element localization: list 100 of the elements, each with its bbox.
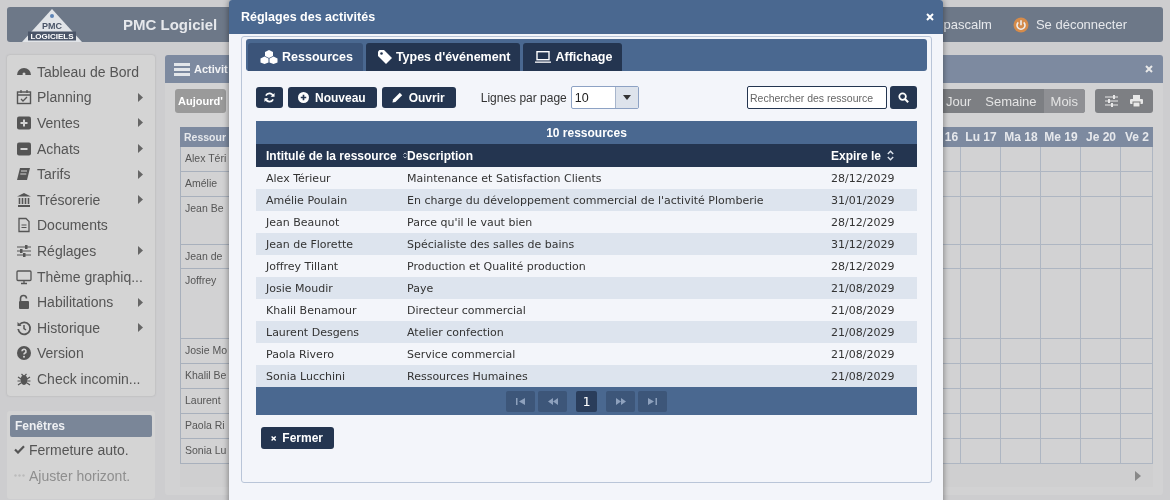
table-cell-text: 31/01/2029 <box>830 193 896 207</box>
previous-page-button[interactable] <box>538 390 567 412</box>
page-size-select[interactable]: 10 <box>570 86 639 109</box>
bank-icon <box>16 191 32 208</box>
grid-cell <box>1121 339 1153 364</box>
search-field[interactable]: Rechercher des ressource <box>747 86 887 109</box>
new-button[interactable]: Nouveau <box>288 87 377 108</box>
table-cell-text: Amélie Poulain <box>265 193 349 207</box>
grid-cell <box>1121 364 1153 389</box>
username[interactable]: pascalm <box>943 17 992 32</box>
plus-square-icon <box>16 115 32 131</box>
sidebar-item[interactable]: Version <box>16 340 155 367</box>
table-cell-text: 21/08/2029 <box>830 325 896 339</box>
table-cell-text: Paola Rivero <box>265 347 335 361</box>
logout-link[interactable]: Se déconnecter <box>1035 17 1127 32</box>
column-header[interactable]: Description <box>407 148 820 163</box>
laptop-icon <box>535 51 552 63</box>
table-row[interactable]: Jean de Florette Spécialiste des salles de bains 31/12/2029 <box>256 233 917 255</box>
sidebar-item[interactable]: Planning <box>16 84 155 111</box>
grid-cell <box>1001 389 1041 414</box>
grid-cell <box>1081 364 1121 389</box>
sidebar-item[interactable]: Tarifs <box>16 161 155 187</box>
scroll-right-icon[interactable] <box>1135 470 1141 481</box>
refresh-button[interactable] <box>256 87 283 108</box>
grid-cell <box>961 389 1001 414</box>
dialog-title: Réglages des activités <box>241 10 376 24</box>
table-caption: 10 ressources <box>256 121 917 144</box>
sidebar-item[interactable]: Réglages <box>16 238 155 264</box>
table-row[interactable]: Amélie Poulain En charge du développement commercial de l'activité Plomberie 31/01/2029 <box>256 189 917 211</box>
logo-icon: PMC LOGICIELS <box>22 9 82 42</box>
first-page-button[interactable] <box>506 390 535 412</box>
grid-cell <box>1041 245 1081 269</box>
print-icon[interactable] <box>1130 95 1143 107</box>
sort-icon <box>402 150 407 161</box>
rewind-icon <box>547 397 558 405</box>
caret-down-icon <box>622 95 631 100</box>
close-icon[interactable] <box>1145 65 1153 73</box>
grid-cell <box>1041 339 1081 364</box>
sliders-icon[interactable] <box>1105 95 1118 107</box>
table-row[interactable]: Sonia Lucchini Ressources Humaines 21/08/2029 <box>256 365 917 387</box>
last-page-icon <box>648 397 657 405</box>
table-cell-text: 31/12/2029 <box>830 237 896 251</box>
grid-cell <box>1041 172 1081 197</box>
sidebar-item[interactable]: Documents <box>16 212 155 239</box>
grid-cell <box>1041 197 1081 245</box>
close-button[interactable]: Fermer <box>261 427 334 449</box>
sidebar-item[interactable]: Trésorerie <box>16 186 155 213</box>
grid-cell <box>1081 269 1121 339</box>
day-header: 16 <box>943 129 960 146</box>
grid-cell <box>1081 339 1121 364</box>
tab[interactable]: Affichage <box>523 43 623 71</box>
sidebar-item[interactable]: Thème graphiq... <box>16 263 155 290</box>
table-cell-text: Josie Moudir <box>264 281 334 295</box>
table-cell-text: 21/08/2029 <box>830 347 896 361</box>
close-icon <box>271 433 277 443</box>
last-page-button[interactable] <box>638 390 667 412</box>
tab[interactable]: Types d'événement <box>365 43 521 71</box>
table-cell-text: Production et Qualité production <box>407 259 587 273</box>
day-header: Me 19 <box>1043 129 1079 146</box>
history-icon <box>16 319 32 336</box>
refresh-icon <box>264 92 275 103</box>
grid-cell <box>1081 147 1121 172</box>
table-row[interactable]: Josie Moudir Paye 21/08/2029 <box>256 277 917 299</box>
tab[interactable]: Ressources <box>248 43 363 71</box>
plus-circle-icon <box>298 92 309 103</box>
monitor-icon <box>16 268 32 285</box>
column-header[interactable]: Expire le <box>820 148 917 163</box>
grid-cell <box>961 245 1001 269</box>
windows-option[interactable]: Fermeture auto. <box>10 436 152 463</box>
sidebar-item[interactable]: Habilitations <box>16 289 155 315</box>
search-button[interactable] <box>890 86 917 109</box>
next-page-button[interactable] <box>606 390 635 412</box>
cubes-icon <box>260 50 278 64</box>
sidebar-item[interactable]: Check incomin... <box>16 366 155 392</box>
window-title: Activit <box>194 63 228 75</box>
table-cell-text: 21/08/2029 <box>830 281 896 295</box>
sidebar-item[interactable]: Historique <box>16 314 155 341</box>
table-cell-text: Alex Térieur <box>265 171 332 185</box>
table-cell-text: Directeur commercial <box>407 303 527 317</box>
grid-cell <box>1001 414 1041 439</box>
sidebar-item[interactable]: Tableau de Bord <box>16 59 155 85</box>
day-header: Ve 2 <box>1124 129 1150 146</box>
open-button[interactable]: Ouvrir <box>381 87 456 108</box>
sidebar-item[interactable]: Achats <box>16 135 155 162</box>
panel-title: Fenêtres <box>10 414 152 437</box>
table-cell-text: Jean Beaunot <box>264 215 341 229</box>
table-cell-text: Ressources Humaines <box>407 369 529 383</box>
column-header[interactable]: Intitulé de la ressource <box>256 148 407 163</box>
pencil-icon <box>391 92 403 103</box>
grid-cell <box>1081 172 1121 197</box>
page-number[interactable]: 1 <box>576 390 597 412</box>
grid-cell <box>1121 245 1153 269</box>
grid-cell <box>1081 389 1121 414</box>
table-row[interactable]: Laurent Desgens Atelier confection 21/08/2029 <box>256 321 917 343</box>
table-cell-text: Atelier confection <box>407 325 505 339</box>
grid-cell <box>1121 172 1153 197</box>
grid-cell <box>1041 269 1081 339</box>
day-header: Je 20 <box>1085 129 1117 146</box>
sidebar-item[interactable]: Ventes <box>16 110 155 136</box>
grid-cell <box>1081 414 1121 439</box>
